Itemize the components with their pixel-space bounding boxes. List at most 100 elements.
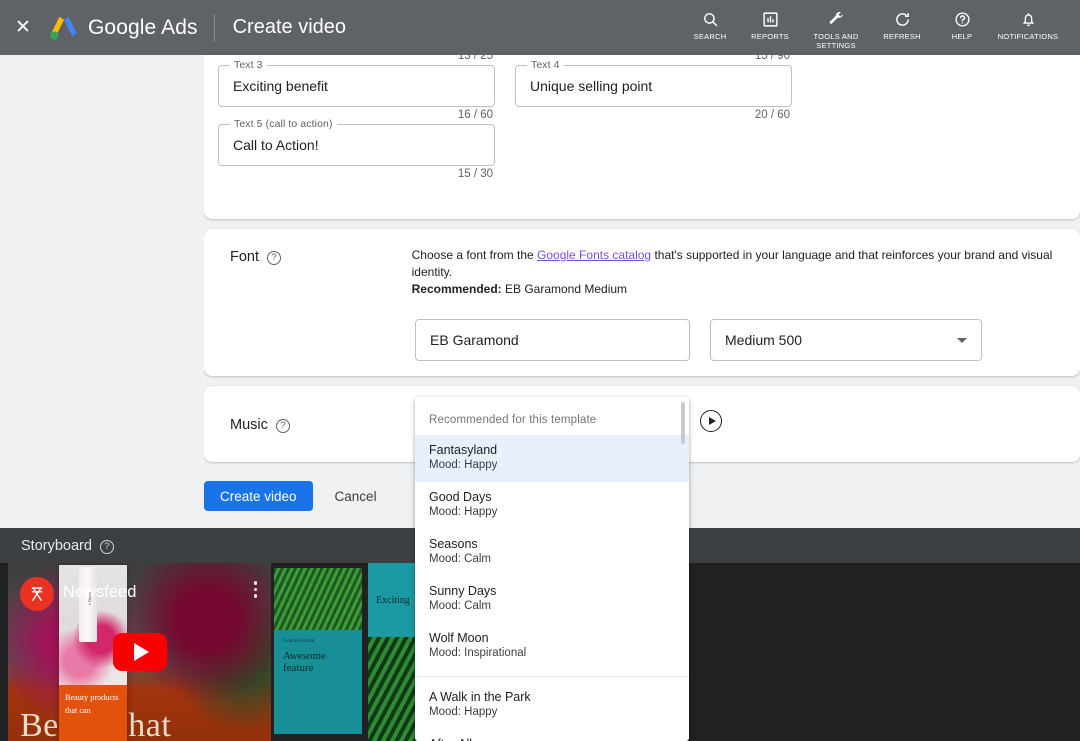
header-action-search[interactable]: SEARCH xyxy=(680,9,740,41)
scene-1-caption: Beauty products that can xyxy=(59,685,127,741)
music-option-sunny-days[interactable]: Sunny Days Mood: Calm xyxy=(415,576,689,623)
brand-ads: Ads xyxy=(161,15,198,39)
text-3-input[interactable]: Text 3 Exciting benefit xyxy=(218,59,495,107)
char-counter: 20 / 60 xyxy=(754,109,790,121)
more-vertical-icon[interactable] xyxy=(253,581,257,598)
font-description-line-1: Choose a font from the Google Fonts cata… xyxy=(412,247,1080,281)
music-option-mood: Mood: Inspirational xyxy=(429,647,527,659)
music-option-name: A Walk in the Park xyxy=(429,690,531,704)
header-divider xyxy=(213,13,215,42)
music-dropdown-scrollbar[interactable] xyxy=(681,402,685,444)
font-weight-value: Medium 500 xyxy=(725,332,803,348)
music-dropdown-divider xyxy=(415,676,689,677)
music-option-mood: Mood: Happy xyxy=(429,706,498,718)
music-dropdown[interactable]: Recommended for this template Fantasylan… xyxy=(415,397,689,741)
text-4-value: Unique selling point xyxy=(530,78,653,94)
font-card-header: Font ? Choose a font from the Google Fon… xyxy=(204,247,1080,298)
brand-google: Google xyxy=(88,15,157,39)
music-option-name: Wolf Moon xyxy=(429,631,489,645)
text-5-label: Text 5 (call to action) xyxy=(230,118,337,130)
font-family-value: EB Garamond xyxy=(430,332,519,348)
font-weight-select[interactable]: Medium 500 xyxy=(710,319,982,361)
text-5-input[interactable]: Text 5 (call to action) Call to Action! xyxy=(218,118,495,166)
storyboard-empty-area xyxy=(689,563,1080,741)
music-option-mood: Mood: Happy xyxy=(429,459,498,471)
font-inputs: EB Garamond Medium 500 xyxy=(204,298,1080,361)
cancel-button[interactable]: Cancel xyxy=(325,489,387,504)
font-title-text: Font xyxy=(230,249,260,265)
font-desc-before: Choose a font from the xyxy=(411,248,538,262)
header-action-reports[interactable]: REPORTS xyxy=(740,9,800,41)
header-action-label: REFRESH xyxy=(883,32,921,41)
help-circle-icon[interactable]: ? xyxy=(275,419,290,433)
create-video-button[interactable]: Create video xyxy=(204,481,313,511)
scene-2-body: Example Brand Awesome feature xyxy=(274,630,362,734)
music-option-name: Seasons xyxy=(429,537,478,551)
music-dropdown-header: Recommended for this template xyxy=(429,414,597,426)
music-option-after-all[interactable]: After All Mood: Calm xyxy=(415,729,689,741)
close-icon[interactable]: ✕ xyxy=(0,0,46,55)
header-action-help[interactable]: HELP xyxy=(932,9,992,41)
header-action-label: TOOLS AND SETTINGS xyxy=(813,32,859,50)
left-rail xyxy=(0,55,204,528)
header-action-label: HELP xyxy=(951,32,973,41)
font-description: Choose a font from the Google Fonts cata… xyxy=(412,247,1080,298)
header-action-label: NOTIFICATIONS xyxy=(997,32,1059,41)
brand-text: Google Ads xyxy=(88,16,198,40)
scene-1-channel-name: Newsfeed xyxy=(63,583,137,601)
music-option-seasons[interactable]: Seasons Mood: Calm xyxy=(415,529,689,576)
recommended-value: EB Garamond Medium xyxy=(501,282,628,296)
header-actions: SEARCH REPORTS TOOLS AND SETTINGS REFRES… xyxy=(680,0,1080,55)
scene-2-image xyxy=(274,568,362,630)
font-card: Font ? Choose a font from the Google Fon… xyxy=(204,229,1080,376)
music-option-name: Good Days xyxy=(429,490,492,504)
app-header: ✕ Google Ads Create video SEARCH REPORTS… xyxy=(0,0,1080,55)
music-title-text: Music xyxy=(230,417,268,433)
text-field-col-right: 15 / 90 Text 4 Unique selling point 20 /… xyxy=(515,55,792,183)
bell-icon xyxy=(1020,9,1037,29)
music-option-wolf-moon[interactable]: Wolf Moon Mood: Inspirational xyxy=(415,623,689,670)
help-circle-icon[interactable]: ? xyxy=(99,539,114,554)
header-action-refresh[interactable]: REFRESH xyxy=(872,9,932,41)
chevron-down-icon xyxy=(957,337,967,343)
play-triangle xyxy=(133,643,149,661)
scene-2-brand: Example Brand xyxy=(283,639,315,644)
recommended-label: Recommended: xyxy=(411,282,502,296)
search-icon xyxy=(702,9,719,29)
header-action-tools-and-settings[interactable]: TOOLS AND SETTINGS xyxy=(800,9,872,50)
storyboard-scene-2[interactable]: Example Brand Awesome feature xyxy=(274,568,362,734)
page-title: Create video xyxy=(232,16,347,38)
header-action-label: REPORTS xyxy=(751,32,789,41)
storyboard-scene-1[interactable]: Beauty hat e Balm Beauty products that c… xyxy=(8,563,271,741)
scene-3-text: Exciting xyxy=(376,595,410,606)
music-option-fantasyland[interactable]: Fantasyland Mood: Happy xyxy=(415,435,689,482)
music-option-a-walk-in-the-park[interactable]: A Walk in the Park Mood: Happy xyxy=(415,682,689,729)
char-counter: 15 / 30 xyxy=(457,168,493,180)
help-circle-icon[interactable]: ? xyxy=(267,251,282,265)
music-option-name: After All xyxy=(429,737,675,741)
refresh-icon xyxy=(894,9,911,29)
google-ads-brand: Google Ads xyxy=(49,15,198,41)
director-chair-icon xyxy=(20,577,54,611)
text-field-col-left: 13 / 25 Text 3 Exciting benefit 16 / 60 … xyxy=(218,55,495,183)
play-circle-icon[interactable] xyxy=(700,410,722,432)
music-option-name: Sunny Days xyxy=(429,584,497,598)
music-option-good-days[interactable]: Good Days Mood: Happy xyxy=(415,482,689,529)
play-triangle xyxy=(708,417,716,425)
header-action-notifications[interactable]: NOTIFICATIONS xyxy=(992,9,1064,41)
text-fields-card: 13 / 25 Text 3 Exciting benefit 16 / 60 … xyxy=(204,55,1080,219)
text-3-value: Exciting benefit xyxy=(233,78,328,94)
header-action-label: SEARCH xyxy=(693,32,727,41)
music-option-mood: Mood: Calm xyxy=(429,553,491,565)
music-option-mood: Mood: Happy xyxy=(429,506,498,518)
text-4-label: Text 4 xyxy=(527,59,564,71)
font-family-input[interactable]: EB Garamond xyxy=(415,319,690,361)
text-5-value: Call to Action! xyxy=(233,137,319,153)
google-fonts-catalog-link[interactable]: Google Fonts catalog xyxy=(537,248,651,262)
youtube-play-icon[interactable] xyxy=(112,633,167,671)
text-3-label: Text 3 xyxy=(230,59,267,71)
text-4-input[interactable]: Text 4 Unique selling point xyxy=(515,59,792,107)
google-ads-logo-icon xyxy=(50,16,77,40)
reports-icon xyxy=(762,9,779,29)
music-option-name: Fantasyland xyxy=(429,443,498,457)
